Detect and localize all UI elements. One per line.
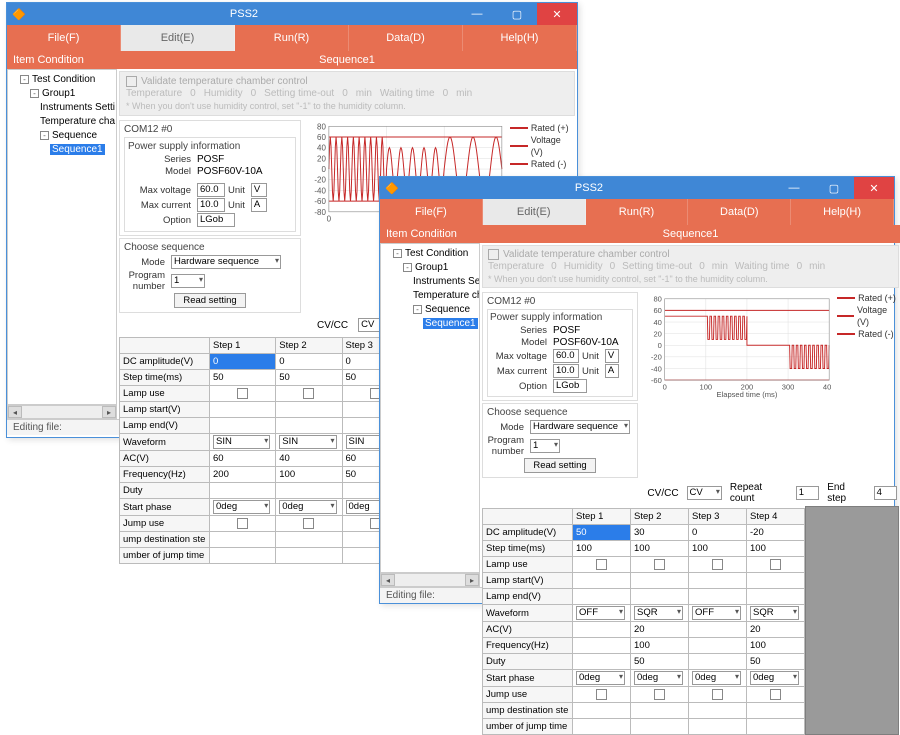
minimize-button[interactable]: — (774, 177, 814, 199)
validate-checkbox[interactable] (126, 76, 137, 87)
svg-text:80: 80 (653, 295, 661, 304)
window-title: PSS2 (31, 8, 457, 20)
svg-text:0: 0 (658, 341, 662, 350)
end-step-input[interactable]: 4 (874, 486, 897, 500)
close-button[interactable]: ✕ (854, 177, 894, 199)
scrollbar-h[interactable]: ◂ ▸ (7, 405, 117, 419)
tree-header: Item Condition (7, 51, 117, 69)
menu-run[interactable]: Run(R) (235, 25, 349, 51)
svg-text:400: 400 (823, 383, 831, 392)
scroll-right-icon[interactable]: ▸ (102, 406, 116, 418)
minimize-button[interactable]: — (457, 3, 497, 25)
svg-text:-40: -40 (651, 364, 662, 373)
validate-checkbox[interactable] (488, 249, 499, 260)
svg-text:60: 60 (317, 133, 326, 142)
collapse-icon[interactable]: - (40, 131, 49, 140)
svg-text:-20: -20 (651, 353, 662, 362)
plot-area: -60-40-200204060800100200300400Elapsed t… (642, 292, 831, 402)
menu-help[interactable]: Help(H) (463, 25, 577, 51)
menu-data[interactable]: Data(D) (349, 25, 463, 51)
svg-text:80: 80 (317, 122, 326, 131)
svg-text:-40: -40 (314, 187, 326, 196)
svg-text:40: 40 (653, 318, 661, 327)
tree-selected[interactable]: Sequence1 (50, 144, 105, 155)
program-select[interactable]: 1 (171, 274, 205, 288)
maximize-button[interactable]: ▢ (497, 3, 537, 25)
scrollbar-h[interactable]: ◂▸ (380, 573, 480, 587)
menu-file[interactable]: File(F) (380, 199, 483, 225)
sequence-header: Sequence1 (117, 51, 577, 69)
read-setting-button[interactable]: Read setting (174, 293, 245, 308)
svg-text:0: 0 (327, 215, 332, 224)
com-label: COM12 #0 (124, 124, 296, 135)
svg-text:-60: -60 (314, 197, 326, 206)
maximize-button[interactable]: ▢ (814, 177, 854, 199)
tree-header: Item Condition (380, 225, 480, 243)
step-table[interactable]: Step 1Step 2Step 3Step 4DC amplitude(V)5… (482, 508, 805, 735)
close-button[interactable]: ✕ (537, 3, 577, 25)
max-current-input[interactable]: 10.0 (197, 198, 225, 212)
collapse-icon[interactable]: - (20, 75, 29, 84)
svg-text:100: 100 (700, 383, 713, 392)
app-icon: 🔶 (11, 6, 27, 22)
menu-edit[interactable]: Edit(E) (121, 25, 235, 51)
tree-view[interactable]: -Test Condition -Group1 Instruments Sett… (7, 69, 117, 405)
svg-text:0: 0 (663, 383, 667, 392)
svg-text:20: 20 (653, 330, 661, 339)
menu-data[interactable]: Data(D) (688, 199, 791, 225)
svg-text:-80: -80 (314, 208, 326, 217)
svg-text:Elapsed time (ms): Elapsed time (ms) (717, 390, 778, 399)
max-voltage-input[interactable]: 60.0 (197, 183, 225, 197)
svg-text:-60: -60 (651, 376, 662, 385)
menu-run[interactable]: Run(R) (586, 199, 689, 225)
scroll-left-icon[interactable]: ◂ (8, 406, 22, 418)
menu-file[interactable]: File(F) (7, 25, 121, 51)
svg-text:20: 20 (317, 154, 326, 163)
menu-help[interactable]: Help(H) (791, 199, 894, 225)
svg-text:-20: -20 (314, 176, 326, 185)
svg-text:0: 0 (321, 165, 326, 174)
option-input[interactable]: LGob (197, 213, 235, 227)
tree-view[interactable]: -Test Condition -Group1 Instruments Sett… (380, 243, 480, 573)
status-bar: Editing file: (13, 422, 62, 433)
svg-text:60: 60 (653, 306, 661, 315)
svg-text:300: 300 (782, 383, 795, 392)
menu-edit[interactable]: Edit(E) (483, 199, 586, 225)
app-icon: 🔶 (384, 180, 400, 196)
collapse-icon[interactable]: - (30, 89, 39, 98)
mode-select[interactable]: Hardware sequence (171, 255, 281, 269)
svg-text:40: 40 (317, 144, 326, 153)
window-title: PSS2 (404, 182, 774, 194)
